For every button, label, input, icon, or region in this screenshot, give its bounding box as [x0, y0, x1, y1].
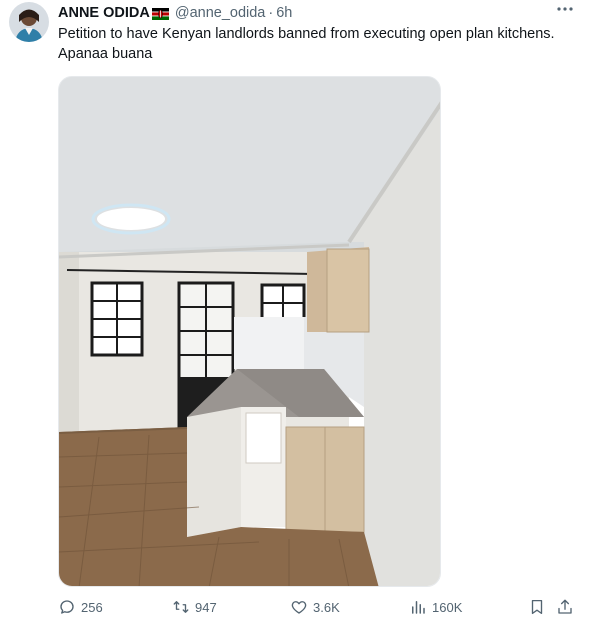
tweet-text: Petition to have Kenyan landlords banned… [58, 26, 555, 62]
reply-button[interactable]: 256 [58, 598, 103, 616]
author-handle[interactable]: @anne_odida [175, 5, 266, 21]
repost-count: 947 [195, 599, 217, 615]
share-icon [558, 599, 572, 614]
tweet-card[interactable]: ANNE ODIDA @anne_odida · 6h Petition to … [0, 0, 607, 626]
tweet-header: ANNE ODIDA @anne_odida · 6h [58, 4, 292, 22]
repost-button[interactable]: 947 [172, 598, 217, 616]
author-name[interactable]: ANNE ODIDA [58, 5, 150, 21]
bookmark-icon [531, 599, 543, 615]
views-count: 160K [432, 599, 463, 615]
views-chart-icon [412, 601, 425, 614]
bookmark-button[interactable] [528, 598, 546, 621]
share-button[interactable] [556, 598, 574, 621]
views-button[interactable]: 160K [409, 598, 462, 616]
avatar[interactable] [9, 2, 49, 42]
like-count: 3.6K [313, 599, 340, 615]
kenya-flag-icon [151, 8, 169, 20]
header-separator: · [268, 5, 274, 21]
more-options-icon[interactable] [553, 1, 577, 21]
tweet-actions: 256 947 3.6K 160K [58, 598, 578, 620]
repost-icon [173, 601, 189, 613]
reply-icon [60, 600, 74, 614]
like-button[interactable]: 3.6K [290, 598, 340, 616]
tweet-time[interactable]: 6h [276, 5, 292, 21]
tweet-media-image[interactable] [58, 76, 441, 587]
kitchen-photo [59, 77, 440, 586]
avatar-image [9, 2, 49, 42]
reply-count: 256 [81, 599, 103, 615]
heart-icon [291, 601, 307, 614]
